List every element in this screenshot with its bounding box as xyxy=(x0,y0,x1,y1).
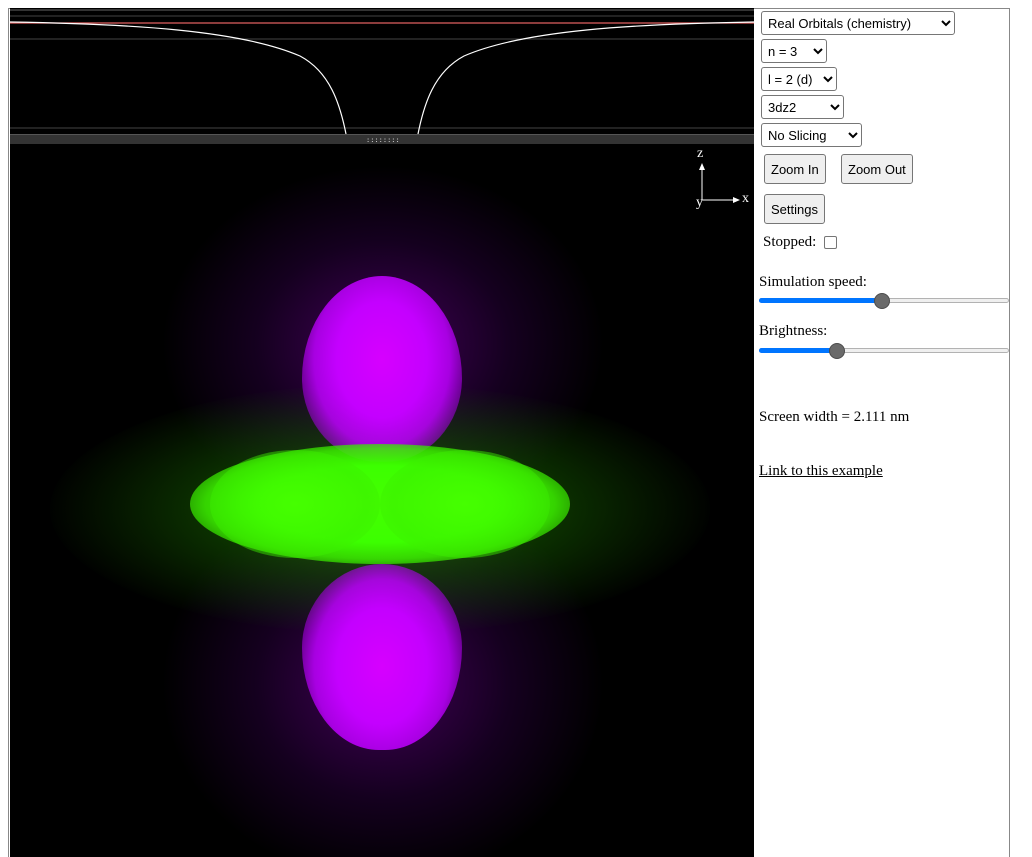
brightness-slider[interactable] xyxy=(759,343,1009,359)
link-to-example[interactable]: Link to this example xyxy=(759,463,883,480)
potential-graph-svg xyxy=(9,9,755,135)
simulation-speed-slider[interactable] xyxy=(759,293,1009,309)
slider-thumb[interactable] xyxy=(873,293,890,309)
potential-energy-graph xyxy=(9,8,755,135)
simulation-speed-label: Simulation speed: xyxy=(759,274,867,290)
stopped-label: Stopped: xyxy=(763,234,817,250)
principal-quantum-number-select[interactable]: n = 3 xyxy=(761,39,827,63)
slider-fill xyxy=(759,348,838,353)
x-axis-label: x xyxy=(742,191,749,206)
slicing-select[interactable]: No Slicing xyxy=(761,123,862,147)
stopped-checkbox[interactable] xyxy=(824,236,837,249)
slider-fill xyxy=(759,298,882,303)
zoom-out-button[interactable]: Zoom Out xyxy=(841,154,913,184)
orbital-view-canvas[interactable]: z x y xyxy=(10,144,754,857)
zoom-in-button[interactable]: Zoom In xyxy=(764,154,826,184)
simulation-panel: :::::::: z x y xyxy=(9,8,755,857)
axes-indicator: z x y xyxy=(693,146,753,210)
y-axis-label: y xyxy=(696,195,703,210)
screen-width-readout: Screen width = 2.111 nm xyxy=(759,409,910,425)
mode-select[interactable]: Real Orbitals (chemistry) xyxy=(761,11,955,35)
drag-handle[interactable]: :::::::: xyxy=(366,137,400,144)
controls-panel: Real Orbitals (chemistry) n = 3 l = 2 (d… xyxy=(754,8,1010,857)
orbital-select[interactable]: 3dz2 xyxy=(761,95,844,119)
angular-quantum-number-select[interactable]: l = 2 (d) xyxy=(761,67,837,91)
orbital-torus-right xyxy=(380,450,550,558)
settings-button[interactable]: Settings xyxy=(764,194,825,224)
z-axis-label: z xyxy=(697,146,704,161)
brightness-label: Brightness: xyxy=(759,323,828,339)
orbital-torus-left xyxy=(210,450,380,558)
slider-thumb[interactable] xyxy=(829,343,846,359)
